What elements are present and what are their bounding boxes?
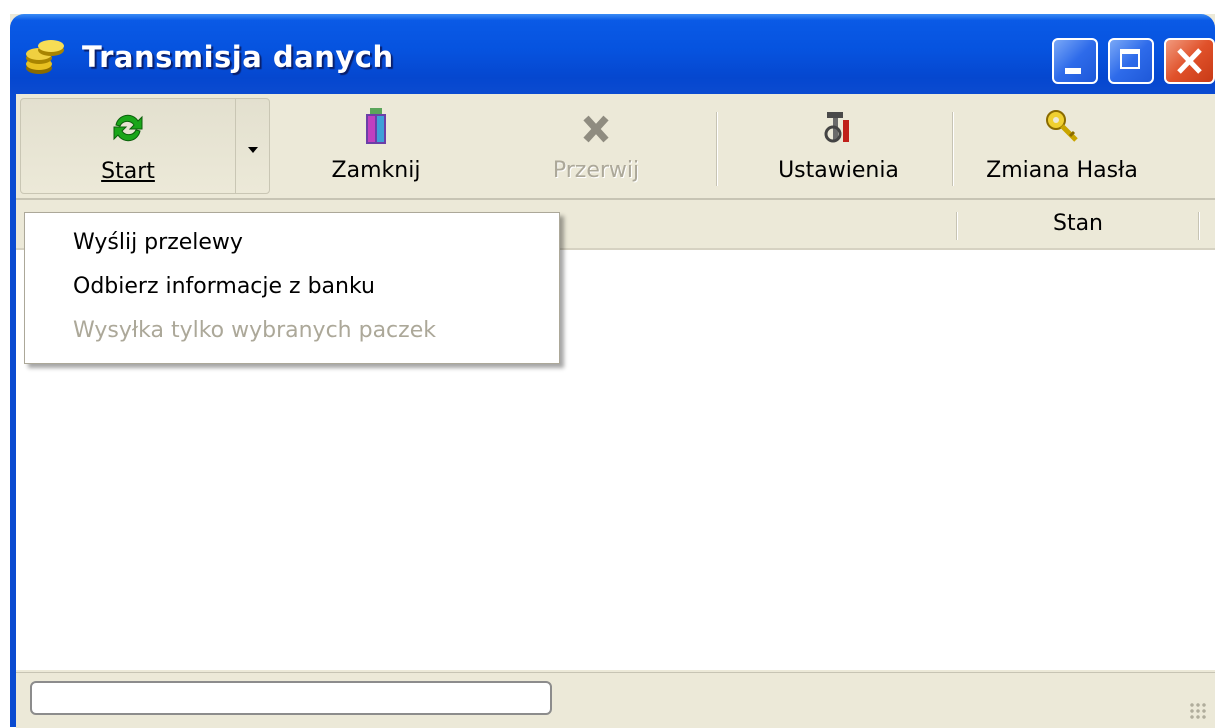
title-bar[interactable]: Transmisja danych	[10, 14, 1215, 94]
transmission-window: Transmisja danych Start Zamknij Przerwij…	[10, 14, 1215, 728]
key-icon	[1046, 110, 1078, 142]
close-label: Zamknij	[331, 158, 421, 183]
menu-item-receive-bank-info[interactable]: Odbierz informacje z banku	[25, 265, 559, 309]
close-window-button[interactable]: Zamknij	[286, 98, 466, 194]
abort-button[interactable]: Przerwij	[506, 98, 686, 194]
minimize-icon	[1065, 68, 1081, 74]
column-divider[interactable]	[1198, 212, 1200, 240]
close-button[interactable]	[1164, 38, 1215, 84]
tools-icon	[824, 112, 849, 143]
start-dropdown-menu: Wyślij przelewy Odbierz informacje z ban…	[24, 212, 560, 364]
abort-label: Przerwij	[552, 158, 640, 183]
maximize-icon	[1120, 49, 1140, 69]
toolbar-separator	[952, 112, 954, 186]
menu-item-send-transfers[interactable]: Wyślij przelewy	[25, 221, 559, 265]
minimize-button[interactable]	[1052, 38, 1098, 84]
window-title: Transmisja danych	[82, 40, 394, 74]
door-exit-icon	[366, 108, 386, 144]
start-dropdown-arrow[interactable]	[236, 99, 270, 193]
refresh-icon	[113, 114, 143, 142]
start-split-button[interactable]: Start	[20, 98, 270, 194]
close-icon	[1177, 48, 1202, 74]
change-password-button[interactable]: Zmiana Hasła	[962, 98, 1162, 194]
start-label: Start	[21, 159, 235, 184]
progress-bar	[30, 681, 552, 715]
chevron-down-icon	[248, 147, 258, 153]
coins-icon	[26, 40, 64, 74]
start-label-text: Start	[101, 159, 155, 184]
status-bar	[16, 672, 1215, 728]
toolbar: Start Zamknij Przerwij Ustawienia Zmiana…	[16, 94, 1215, 200]
resize-grip-icon[interactable]	[1189, 702, 1207, 720]
start-button[interactable]: Start	[21, 99, 235, 193]
column-header-stan[interactable]: Stan	[958, 200, 1198, 248]
x-mark-icon	[583, 115, 609, 143]
settings-label: Ustawienia	[778, 158, 899, 183]
menu-item-send-selected-packages: Wysyłka tylko wybranych paczek	[73, 318, 436, 343]
settings-button[interactable]: Ustawienia	[731, 98, 946, 194]
toolbar-separator	[716, 112, 718, 186]
maximize-button[interactable]	[1108, 38, 1154, 84]
password-label: Zmiana Hasła	[986, 158, 1138, 183]
